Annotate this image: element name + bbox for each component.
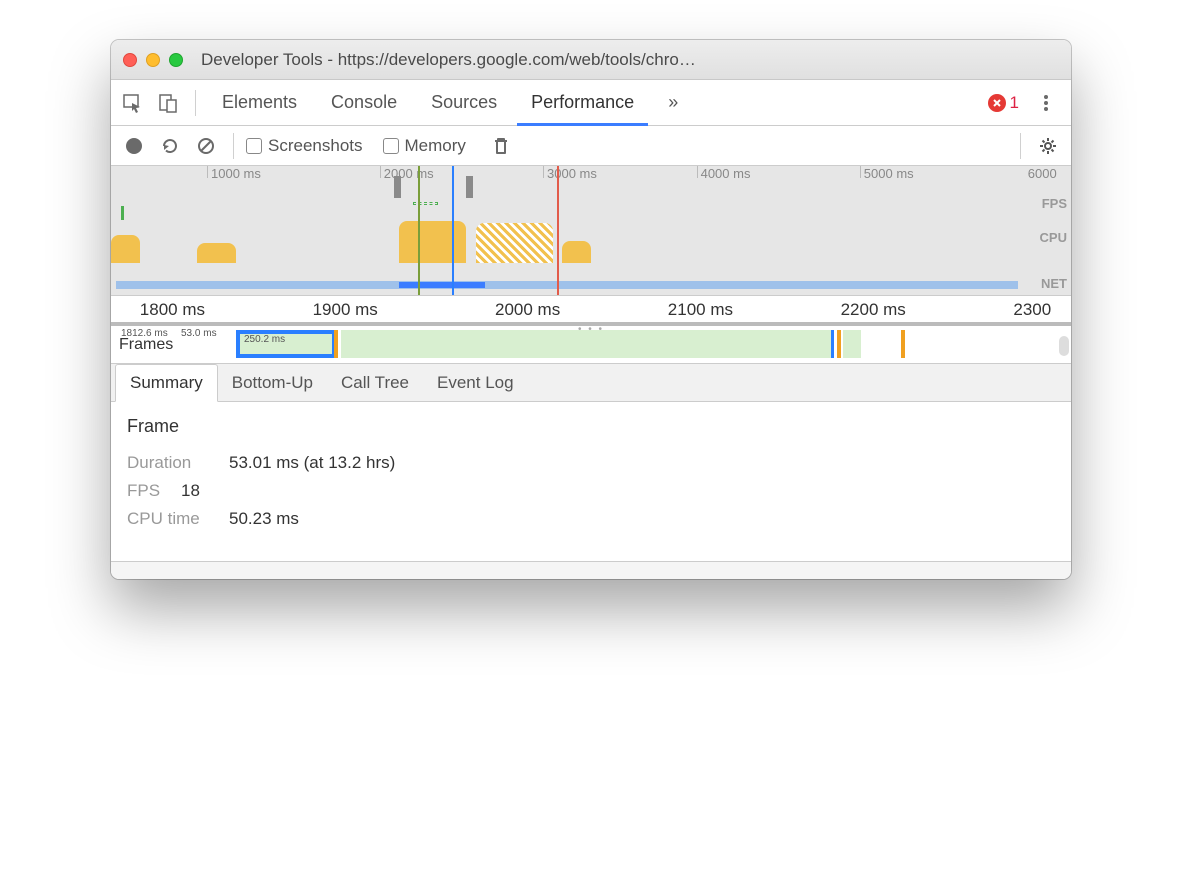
frame-marker [901, 330, 905, 358]
error-count: 1 [1010, 93, 1019, 113]
summary-key: FPS [127, 481, 169, 501]
separator [1020, 133, 1021, 159]
inspect-element-icon[interactable] [117, 88, 147, 118]
summary-value: 18 [181, 481, 200, 501]
devtools-window: Developer Tools - https://developers.goo… [111, 40, 1071, 579]
summary-panel: Frame Duration 53.01 ms (at 13.2 hrs) FP… [111, 402, 1071, 561]
tab-elements[interactable]: Elements [208, 80, 311, 126]
main-tabs: Elements Console Sources Performance » 1 [111, 80, 1071, 126]
frame-block[interactable] [341, 330, 831, 358]
ruler-tick: 1900 ms [313, 300, 378, 320]
tabs-overflow[interactable]: » [654, 80, 692, 126]
detail-ruler[interactable]: 1800 ms 1900 ms 2000 ms 2100 ms 2200 ms … [111, 296, 1071, 326]
reload-button[interactable] [155, 131, 185, 161]
summary-row: CPU time 50.23 ms [127, 509, 1055, 529]
clear-button[interactable] [191, 131, 221, 161]
ruler-tick: 1000 ms [211, 166, 261, 181]
fps-bar [121, 206, 124, 220]
cpu-activity [111, 235, 140, 263]
net-lane-label: NET [1041, 276, 1067, 291]
selection-handle-right[interactable] [466, 176, 473, 198]
ruler-tick: 2300 [1013, 300, 1051, 320]
summary-row: FPS 18 [127, 481, 1055, 501]
ruler-tick: 4000 ms [701, 166, 751, 181]
error-icon [988, 94, 1006, 112]
traffic-lights [123, 53, 183, 67]
frame-time-label: 250.2 ms [244, 334, 285, 345]
trash-button[interactable] [486, 131, 516, 161]
summary-value: 50.23 ms [229, 509, 299, 529]
window-minimize-button[interactable] [146, 53, 160, 67]
cpu-activity [562, 241, 591, 263]
cpu-activity [197, 243, 235, 263]
selection-handle-left[interactable] [394, 176, 401, 198]
tab-summary[interactable]: Summary [115, 364, 218, 402]
kebab-menu-icon[interactable] [1031, 88, 1061, 118]
screenshots-label: Screenshots [268, 136, 363, 156]
ruler-tick: 3000 ms [547, 166, 597, 181]
cpu-activity [476, 223, 553, 263]
tab-event-log[interactable]: Event Log [423, 365, 528, 401]
record-button[interactable] [119, 131, 149, 161]
ruler-tick: 2000 ms [495, 300, 560, 320]
fps-bar [413, 202, 438, 205]
memory-checkbox[interactable]: Memory [383, 136, 466, 156]
ruler-tick: 1800 ms [140, 300, 205, 320]
checkbox-icon [383, 138, 399, 154]
tab-call-tree[interactable]: Call Tree [327, 365, 423, 401]
marker-line [418, 166, 420, 295]
error-badge[interactable]: 1 [988, 93, 1019, 113]
net-activity [399, 282, 485, 288]
settings-gear-icon[interactable] [1033, 131, 1063, 161]
ruler-tick: 2200 ms [841, 300, 906, 320]
summary-title: Frame [127, 416, 1055, 437]
ruler-tick: 2100 ms [668, 300, 733, 320]
frame-marker [837, 330, 841, 358]
tab-sources[interactable]: Sources [417, 80, 511, 126]
frame-time-label: 53.0 ms [181, 328, 217, 339]
window-close-button[interactable] [123, 53, 137, 67]
tab-bottom-up[interactable]: Bottom-Up [218, 365, 327, 401]
summary-value: 53.01 ms (at 13.2 hrs) [229, 453, 395, 473]
memory-label: Memory [405, 136, 466, 156]
cpu-activity [399, 221, 466, 263]
frame-marker [831, 330, 834, 358]
frame-block-selected[interactable]: 250.2 ms [236, 330, 336, 358]
summary-key: Duration [127, 453, 217, 473]
ruler-tick: 6000 [1028, 166, 1057, 181]
frames-track[interactable]: • • • Frames 1812.6 ms 53.0 ms 250.2 ms [111, 326, 1071, 364]
separator [195, 90, 196, 116]
performance-toolbar: Screenshots Memory [111, 126, 1071, 166]
ruler-tick: 5000 ms [864, 166, 914, 181]
titlebar: Developer Tools - https://developers.goo… [111, 40, 1071, 80]
cpu-lane-label: CPU [1040, 230, 1067, 245]
window-maximize-button[interactable] [169, 53, 183, 67]
overview-ruler: 1000 ms 2000 ms 3000 ms 4000 ms 5000 ms … [111, 166, 1071, 190]
checkbox-icon [246, 138, 262, 154]
frame-time-label: 1812.6 ms [121, 328, 168, 339]
net-activity [116, 281, 1018, 289]
frame-marker [334, 330, 338, 358]
overview-timeline[interactable]: 1000 ms 2000 ms 3000 ms 4000 ms 5000 ms … [111, 166, 1071, 296]
tab-performance[interactable]: Performance [517, 80, 648, 126]
device-toggle-icon[interactable] [153, 88, 183, 118]
tab-console[interactable]: Console [317, 80, 411, 126]
fps-lane-label: FPS [1042, 196, 1067, 211]
window-title: Developer Tools - https://developers.goo… [201, 50, 1059, 70]
separator [233, 133, 234, 159]
frame-block[interactable] [843, 330, 861, 358]
detail-tabs: Summary Bottom-Up Call Tree Event Log [111, 364, 1071, 402]
scrollbar-thumb[interactable] [1059, 336, 1069, 356]
status-bar [111, 561, 1071, 579]
marker-line [452, 166, 454, 295]
summary-row: Duration 53.01 ms (at 13.2 hrs) [127, 453, 1055, 473]
summary-key: CPU time [127, 509, 217, 529]
screenshots-checkbox[interactable]: Screenshots [246, 136, 363, 156]
marker-line [557, 166, 559, 295]
ruler-tick: 2000 ms [384, 166, 434, 181]
